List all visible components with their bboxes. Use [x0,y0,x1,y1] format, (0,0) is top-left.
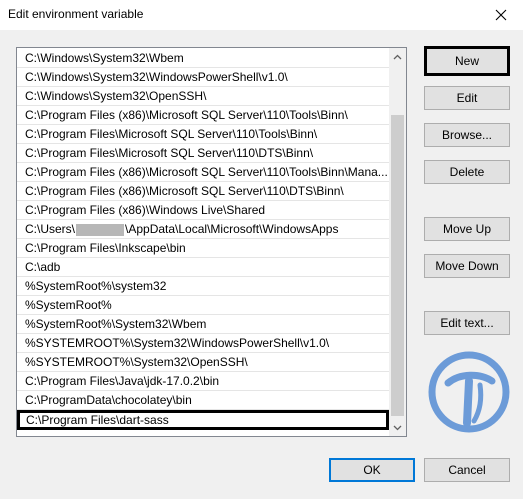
list-item[interactable]: C:\ProgramData\chocolatey\bin [17,391,389,410]
scroll-thumb[interactable] [391,115,404,416]
move-down-button[interactable]: Move Down [424,254,510,278]
logo-watermark-icon [428,351,510,433]
list-item[interactable]: C:\Program Files\Java\jdk-17.0.2\bin [17,372,389,391]
list-item[interactable]: C:\Windows\System32\OpenSSH\ [17,87,389,106]
list-item-selected[interactable]: C:\Program Files\dart-sass [17,410,389,430]
vertical-scrollbar[interactable] [389,48,406,436]
list-item[interactable]: C:\Program Files\Inkscape\bin [17,239,389,258]
list-item[interactable]: C:\Windows\System32\Wbem [17,49,389,68]
list-item[interactable]: C:\Program Files (x86)\Windows Live\Shar… [17,201,389,220]
list-item-suffix: \AppData\Local\Microsoft\WindowsApps [125,222,339,236]
chevron-up-icon [393,54,402,59]
scroll-down-button[interactable] [389,419,406,436]
delete-button[interactable]: Delete [424,160,510,184]
list-item[interactable]: C:\Program Files\Microsoft SQL Server\11… [17,144,389,163]
list-item[interactable]: %SYSTEMROOT%\System32\WindowsPowerShell\… [17,334,389,353]
list-item[interactable]: C:\Program Files (x86)\Microsoft SQL Ser… [17,163,389,182]
path-list[interactable]: C:\Windows\System32\Wbem C:\Windows\Syste… [17,49,389,430]
move-up-button[interactable]: Move Up [424,217,510,241]
title-bar: Edit environment variable [0,0,523,30]
new-button[interactable]: New [424,46,510,76]
window-title: Edit environment variable [8,7,144,21]
edit-text-button[interactable]: Edit text... [424,311,510,335]
list-item[interactable]: C:\Program Files (x86)\Microsoft SQL Ser… [17,106,389,125]
redacted-username [76,223,125,236]
list-item[interactable]: %SystemRoot%\System32\Wbem [17,315,389,334]
list-item[interactable]: C:\Program Files (x86)\Microsoft SQL Ser… [17,182,389,201]
list-item-prefix: C:\Users\ [25,222,76,236]
list-item[interactable]: C:\Users\ \AppData\Local\Microsoft\Window… [17,220,389,239]
list-item[interactable]: %SystemRoot% [17,296,389,315]
edit-button[interactable]: Edit [424,86,510,110]
list-item[interactable]: C:\Windows\System32\WindowsPowerShell\v1… [17,68,389,87]
list-item[interactable]: %SystemRoot%\system32 [17,277,389,296]
close-button[interactable] [479,0,523,30]
list-item[interactable]: C:\Program Files\Microsoft SQL Server\11… [17,125,389,144]
cancel-button[interactable]: Cancel [424,458,510,482]
ok-button[interactable]: OK [329,458,415,482]
list-item[interactable]: C:\adb [17,258,389,277]
browse-button[interactable]: Browse... [424,123,510,147]
list-item[interactable]: %SYSTEMROOT%\System32\OpenSSH\ [17,353,389,372]
chevron-down-icon [393,425,402,430]
close-icon [495,9,507,21]
scroll-up-button[interactable] [389,48,406,65]
path-listbox[interactable]: C:\Windows\System32\Wbem C:\Windows\Syste… [16,47,407,437]
